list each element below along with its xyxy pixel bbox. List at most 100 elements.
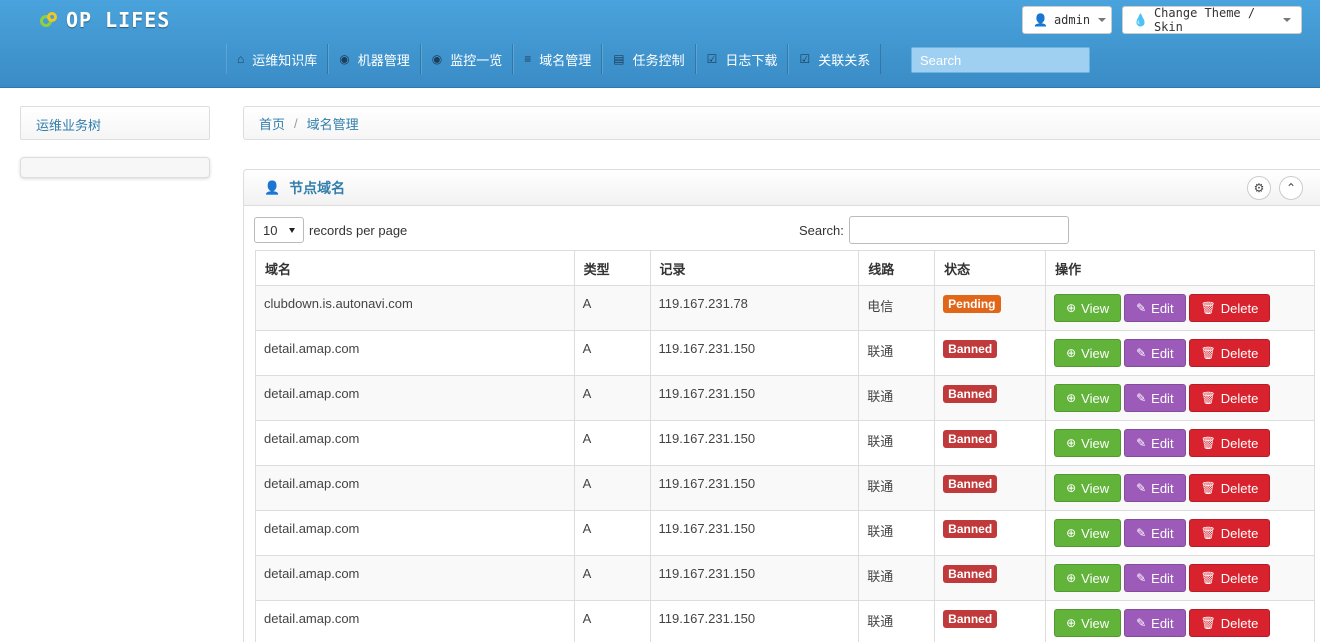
view-button-label: View [1081,525,1110,541]
delete-button-label: Delete [1220,525,1259,541]
user-menu-button[interactable]: 👤 admin [1022,6,1112,34]
status-badge: Banned [943,430,998,448]
table-row: detail.amap.com A 119.167.231.150 联通 Banned ⊕… [255,600,1315,642]
delete-button[interactable]: 🗑 Delete [1188,609,1271,637]
line-cell: 联通 [858,600,936,642]
user-icon: 👤 [264,179,281,195]
line-cell: 联通 [858,420,936,466]
delete-button-label: Delete [1220,435,1259,451]
edit-button-label: Edit [1151,480,1174,496]
status-cell: Banned [934,465,1047,511]
nav-item[interactable]: ⌂ 运维知识库 [226,44,329,74]
zoom-in-icon: ⊕ [1066,346,1077,360]
table-row: detail.amap.com A 119.167.231.150 联通 Banned ⊕… [255,330,1315,376]
status-cell: Banned [934,375,1047,421]
edit-icon: ✎ [1136,346,1147,360]
edit-icon: ✎ [1136,481,1147,495]
edit-button[interactable]: ✎ Edit [1124,609,1186,637]
delete-button[interactable]: 🗑 Delete [1188,294,1271,322]
type-cell: A [573,375,651,421]
column-header[interactable]: 域名 [255,250,575,286]
brand-name: OP LIFES [66,8,171,32]
table-row: clubdown.is.autonavi.com A 119.167.231.78 电… [255,285,1315,331]
settings-button[interactable]: ⚙ [1247,176,1271,200]
brand[interactable]: OP LIFES [40,7,170,33]
view-button[interactable]: ⊕ View [1054,429,1122,457]
delete-button[interactable]: 🗑 Delete [1188,339,1271,367]
status-cell: Banned [934,420,1047,466]
view-button[interactable]: ⊕ View [1054,384,1122,412]
delete-button-label: Delete [1220,615,1259,631]
view-button[interactable]: ⊕ View [1054,564,1122,592]
zoom-in-icon: ⊕ [1066,616,1077,630]
eye-icon: ◉ [339,52,350,66]
brand-logo-icon [40,9,64,31]
actions-cell: ⊕ View ✎ Edit 🗑 Delete [1045,555,1315,601]
breadcrumb-current[interactable]: 域名管理 [307,114,359,133]
nav-item[interactable]: ▤ 任务控制 [602,44,696,74]
nav-item-label: 任务控制 [632,52,685,68]
edit-button-label: Edit [1151,435,1174,451]
view-button[interactable]: ⊕ View [1054,609,1122,637]
view-button[interactable]: ⊕ View [1054,474,1122,502]
column-header[interactable]: 操作 [1045,250,1315,286]
sidebar-tree-title[interactable]: 运维业务树 [20,106,210,140]
view-button[interactable]: ⊕ View [1054,339,1122,367]
edit-button[interactable]: ✎ Edit [1124,474,1186,502]
table-row: detail.amap.com A 119.167.231.150 联通 Banned ⊕… [255,465,1315,511]
trash-icon: 🗑 [1200,301,1216,315]
column-header[interactable]: 线路 [858,250,936,286]
caret-down-icon [289,227,295,233]
domain-cell: detail.amap.com [255,330,575,376]
line-cell: 联通 [858,555,936,601]
edit-button[interactable]: ✎ Edit [1124,294,1186,322]
edit-icon: ✎ [1136,391,1147,405]
delete-button-label: Delete [1220,480,1259,496]
eye-icon: ◉ [431,52,443,66]
theme-menu-button[interactable]: 💧 Change Theme / Skin [1122,6,1302,34]
delete-button[interactable]: 🗑 Delete [1188,519,1271,547]
delete-button[interactable]: 🗑 Delete [1188,474,1271,502]
domain-cell: clubdown.is.autonavi.com [255,285,575,331]
edit-button[interactable]: ✎ Edit [1124,564,1186,592]
nav-item-label: 关联关系 [818,52,871,68]
edit-button[interactable]: ✎ Edit [1124,429,1186,457]
chevron-up-icon: ⌃ [1285,181,1297,195]
trash-icon: 🗑 [1200,616,1216,630]
nav-item[interactable]: ◉ 机器管理 [328,44,421,74]
nav-item[interactable]: ≡ 域名管理 [513,44,603,74]
actions-cell: ⊕ View ✎ Edit 🗑 Delete [1045,375,1315,421]
record-cell: 119.167.231.150 [649,330,860,376]
edit-button[interactable]: ✎ Edit [1124,519,1186,547]
status-badge: Banned [943,610,998,628]
column-header[interactable]: 记录 [649,250,860,286]
nav-item-label: 日志下载 [725,52,778,68]
status-badge: Banned [943,520,998,538]
column-header[interactable]: 类型 [573,250,651,286]
nav-search-input[interactable] [911,47,1090,73]
delete-button[interactable]: 🗑 Delete [1188,429,1271,457]
actions-cell: ⊕ View ✎ Edit 🗑 Delete [1045,420,1315,466]
nav-item[interactable]: ☑ 日志下载 [695,44,789,74]
edit-button[interactable]: ✎ Edit [1124,384,1186,412]
type-cell: A [573,330,651,376]
trash-icon: 🗑 [1200,481,1216,495]
edit-button[interactable]: ✎ Edit [1124,339,1186,367]
records-per-page-select[interactable]: 10 [254,217,304,243]
delete-button[interactable]: 🗑 Delete [1188,564,1271,592]
table-search-input[interactable] [848,216,1069,244]
breadcrumb-home-link[interactable]: 首页 [259,114,285,133]
collapse-button[interactable]: ⌃ [1279,176,1303,200]
nav-item[interactable]: ☑ 关联关系 [788,44,882,74]
domain-cell: detail.amap.com [255,465,575,511]
delete-button[interactable]: 🗑 Delete [1188,384,1271,412]
nav-item[interactable]: ◉ 监控一览 [420,44,514,74]
trash-icon: 🗑 [1200,436,1216,450]
view-button[interactable]: ⊕ View [1054,519,1122,547]
delete-button-label: Delete [1220,390,1259,406]
table-row: detail.amap.com A 119.167.231.150 联通 Banned ⊕… [255,420,1315,466]
column-header[interactable]: 状态 [934,250,1047,286]
view-button[interactable]: ⊕ View [1054,294,1122,322]
zoom-in-icon: ⊕ [1066,436,1077,450]
view-button-label: View [1081,570,1110,586]
